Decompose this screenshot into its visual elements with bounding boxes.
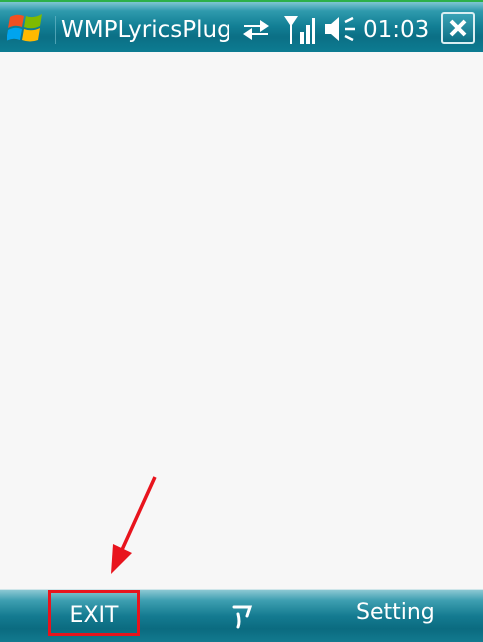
- close-x-icon: [449, 19, 467, 37]
- softkey-bar: EXIT Setting: [0, 589, 483, 642]
- app-title: WMPLyricsPlugi: [61, 17, 229, 43]
- close-button[interactable]: [441, 12, 475, 44]
- data-connection-icon[interactable]: [240, 14, 272, 44]
- signal-strength-icon[interactable]: [283, 14, 315, 46]
- exit-softkey[interactable]: EXIT: [48, 590, 140, 636]
- input-panel-icon[interactable]: [228, 598, 258, 630]
- lyrics-content-area[interactable]: [0, 52, 483, 589]
- title-separator: [55, 16, 56, 44]
- title-bar: WMPLyricsPlugi 01:03: [0, 0, 483, 52]
- setting-softkey[interactable]: Setting: [356, 593, 435, 633]
- start-menu-button[interactable]: [4, 7, 48, 49]
- clock[interactable]: 01:03: [363, 15, 429, 45]
- volume-icon[interactable]: [323, 14, 357, 44]
- windows-flag-icon: [7, 14, 42, 42]
- annotation-arrow: [111, 476, 157, 574]
